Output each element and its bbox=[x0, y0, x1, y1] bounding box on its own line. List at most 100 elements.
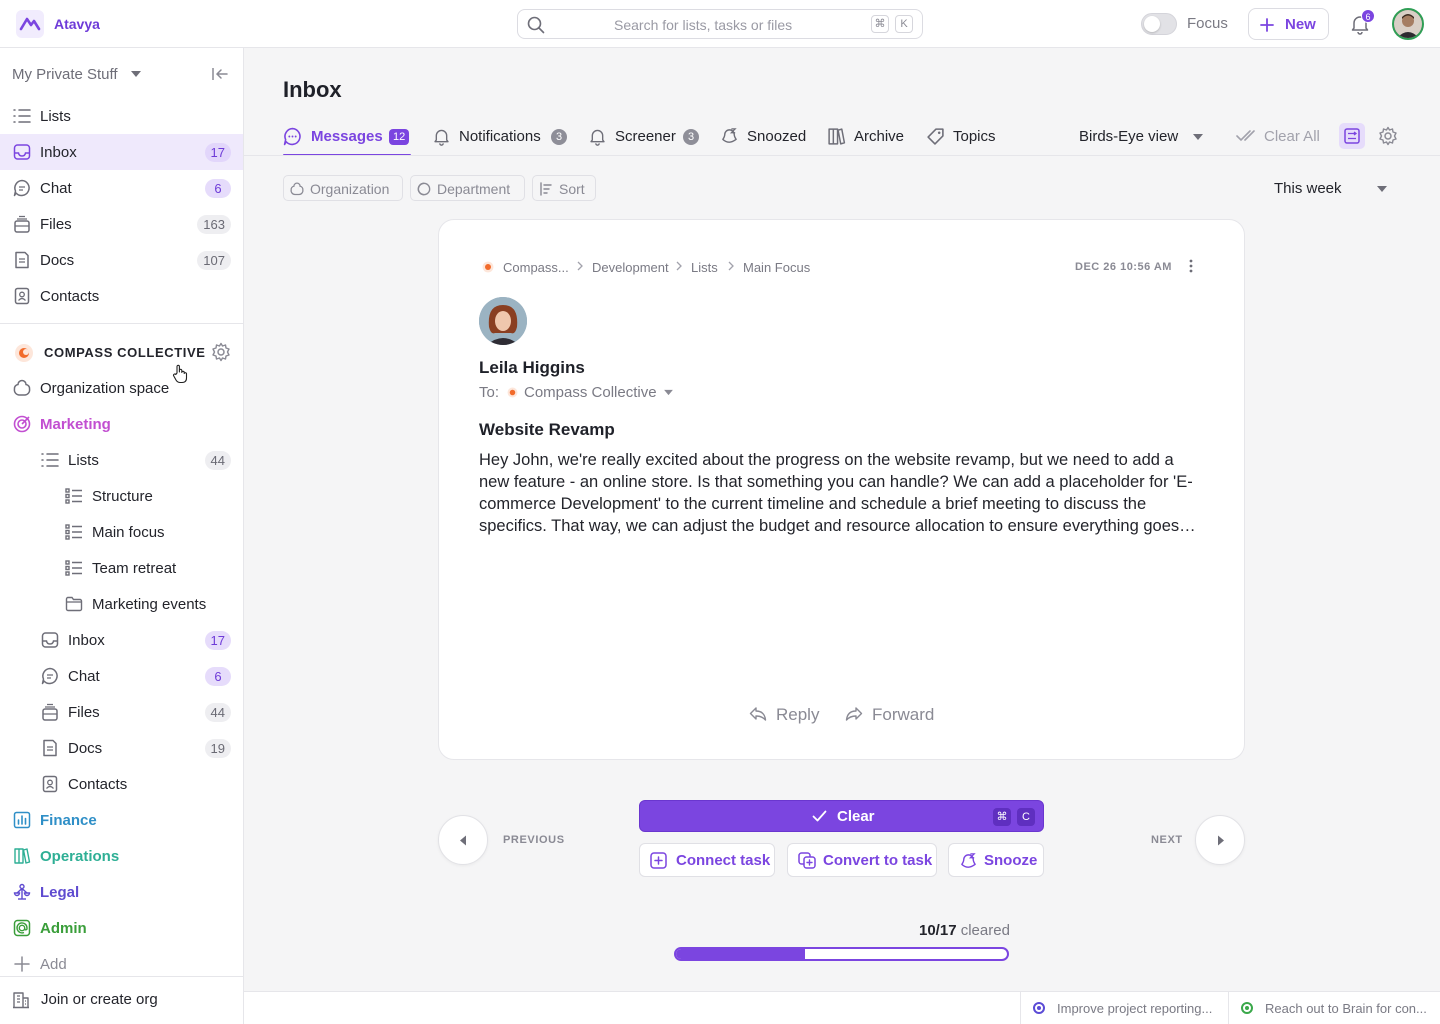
page-title: Inbox bbox=[283, 77, 342, 102]
tab-archive[interactable]: Archive bbox=[827, 125, 907, 156]
snooze-button[interactable]: Snooze bbox=[948, 843, 1044, 877]
org-name[interactable]: COMPASS COLLECTIVE bbox=[44, 345, 206, 360]
sidebar-space-admin[interactable]: Admin bbox=[0, 910, 243, 946]
date-range-select[interactable]: This week bbox=[1274, 180, 1342, 197]
inbox-icon bbox=[41, 631, 59, 649]
tab-messages[interactable]: Messages 12 bbox=[283, 125, 411, 156]
join-or-create-org[interactable]: Join or create org bbox=[0, 982, 243, 1018]
chevron-right-icon bbox=[675, 260, 683, 272]
tab-snoozed[interactable]: Snoozed bbox=[720, 125, 806, 156]
bell-filter-icon bbox=[588, 127, 607, 146]
sidebar-sublist-structure[interactable]: Structure bbox=[0, 478, 243, 514]
sidebar-item-label: Files bbox=[68, 704, 100, 721]
bottom-task-item[interactable]: Improve project reporting... bbox=[1020, 992, 1228, 1024]
files-icon bbox=[13, 215, 31, 233]
sort-button[interactable]: Sort bbox=[532, 175, 596, 201]
sidebar-item-marketing-lists[interactable]: Lists 44 bbox=[0, 442, 243, 478]
breadcrumb-org[interactable]: Compass... bbox=[503, 260, 569, 275]
collapse-sidebar-icon[interactable] bbox=[212, 67, 228, 81]
count-badge: 6 bbox=[205, 179, 231, 198]
view-select[interactable]: Birds-Eye view bbox=[1079, 128, 1178, 145]
filter-organization[interactable]: Organization bbox=[283, 175, 403, 201]
sidebar-space-operations[interactable]: Operations bbox=[0, 838, 243, 874]
caret-down-icon[interactable] bbox=[664, 389, 673, 396]
org-settings-gear-icon[interactable] bbox=[211, 342, 231, 362]
count-badge: 17 bbox=[204, 143, 231, 162]
sidebar-item-marketing-docs[interactable]: Docs 19 bbox=[0, 730, 243, 766]
breadcrumb-lists[interactable]: Lists bbox=[691, 260, 718, 275]
sidebar-item-marketing-contacts[interactable]: Contacts bbox=[0, 766, 243, 802]
workspace-selector[interactable]: My Private Stuff bbox=[12, 66, 118, 83]
sidebar-item-files[interactable]: Files 163 bbox=[0, 206, 243, 242]
sidebar-item-marketing-chat[interactable]: Chat 6 bbox=[0, 658, 243, 694]
sidebar-item-label: Team retreat bbox=[92, 560, 177, 577]
bottom-task-item[interactable]: Reach out to Brain for con... bbox=[1228, 992, 1440, 1024]
reply-button[interactable]: Reply bbox=[776, 705, 819, 725]
hand-cursor-icon bbox=[172, 364, 188, 384]
convert-icon bbox=[798, 852, 816, 869]
tab-screener[interactable]: Screener 3 bbox=[588, 125, 700, 156]
triangle-left-icon bbox=[459, 835, 467, 846]
more-options-icon[interactable] bbox=[1189, 258, 1193, 274]
focus-toggle[interactable] bbox=[1141, 13, 1177, 35]
sidebar-item-inbox[interactable]: Inbox 17 bbox=[0, 134, 243, 170]
caret-down-icon[interactable] bbox=[131, 70, 141, 78]
inbox-settings-gear-icon[interactable] bbox=[1378, 126, 1398, 146]
inbox-icon bbox=[13, 143, 31, 161]
connect-task-button[interactable]: Connect task bbox=[639, 843, 775, 877]
chevron-right-icon bbox=[576, 260, 584, 272]
button-label: Convert to task bbox=[823, 852, 933, 869]
forward-button[interactable]: Forward bbox=[872, 705, 934, 725]
search-input[interactable]: Search for lists, tasks or files ⌘ K bbox=[517, 9, 923, 39]
birds-eye-toggle[interactable] bbox=[1339, 123, 1365, 149]
new-button-label: New bbox=[1285, 16, 1316, 33]
user-avatar[interactable] bbox=[1392, 8, 1424, 40]
next-button[interactable] bbox=[1195, 815, 1245, 865]
clear-button[interactable]: Clear ⌘ C bbox=[639, 800, 1044, 832]
clear-all-button[interactable]: Clear All bbox=[1264, 128, 1320, 145]
sidebar-item-marketing-files[interactable]: Files 44 bbox=[0, 694, 243, 730]
tab-notifications[interactable]: Notifications 3 bbox=[432, 125, 568, 156]
kbd-cmd: ⌘ bbox=[871, 15, 889, 33]
app-logo[interactable] bbox=[16, 10, 44, 38]
sidebar-folder-marketing-events[interactable]: Marketing events bbox=[0, 586, 243, 622]
tab-topics[interactable]: Topics bbox=[926, 125, 1000, 156]
search-placeholder: Search for lists, tasks or files bbox=[614, 17, 793, 33]
breadcrumb-list[interactable]: Main Focus bbox=[743, 260, 810, 275]
sidebar-item-marketing-inbox[interactable]: Inbox 17 bbox=[0, 622, 243, 658]
sidebar-item-organization-space[interactable]: Organization space bbox=[0, 370, 243, 406]
plus-icon bbox=[1259, 17, 1275, 33]
sidebar-space-finance[interactable]: Finance bbox=[0, 802, 243, 838]
new-button[interactable]: New bbox=[1248, 8, 1329, 40]
book-icon bbox=[13, 847, 31, 865]
chat-icon bbox=[13, 179, 31, 197]
breadcrumb-department[interactable]: Development bbox=[592, 260, 669, 275]
sidebar-sublist-team-retreat[interactable]: Team retreat bbox=[0, 550, 243, 586]
sidebar-space-legal[interactable]: Legal bbox=[0, 874, 243, 910]
sidebar-item-docs[interactable]: Docs 107 bbox=[0, 242, 243, 278]
previous-button[interactable] bbox=[438, 815, 488, 865]
sender-avatar[interactable] bbox=[479, 297, 527, 345]
sidebar-sublist-main-focus[interactable]: Main focus bbox=[0, 514, 243, 550]
caret-down-icon[interactable] bbox=[1193, 133, 1203, 141]
filter-department[interactable]: Department bbox=[410, 175, 525, 201]
sidebar-item-label: Admin bbox=[40, 920, 87, 937]
caret-down-icon[interactable] bbox=[1377, 185, 1387, 193]
sidebar-item-chat[interactable]: Chat 6 bbox=[0, 170, 243, 206]
chevron-right-icon bbox=[727, 260, 735, 272]
count-badge: 17 bbox=[204, 631, 231, 650]
recipient-select[interactable]: Compass Collective bbox=[524, 384, 657, 401]
task-label: Improve project reporting... bbox=[1057, 1001, 1213, 1016]
convert-to-task-button[interactable]: Convert to task bbox=[787, 843, 937, 877]
org-logo-icon bbox=[482, 261, 494, 273]
sidebar-item-contacts[interactable]: Contacts bbox=[0, 278, 243, 314]
next-label: NEXT bbox=[1151, 834, 1183, 846]
kbd-cmd: ⌘ bbox=[993, 808, 1011, 826]
scales-icon bbox=[13, 883, 31, 901]
files-icon bbox=[41, 703, 59, 721]
plus-icon bbox=[13, 955, 31, 973]
sidebar-item-lists[interactable]: Lists bbox=[0, 98, 243, 134]
organization-space-icon bbox=[13, 379, 31, 397]
sidebar-space-marketing[interactable]: Marketing bbox=[0, 406, 243, 442]
triangle-right-icon bbox=[1217, 835, 1225, 846]
